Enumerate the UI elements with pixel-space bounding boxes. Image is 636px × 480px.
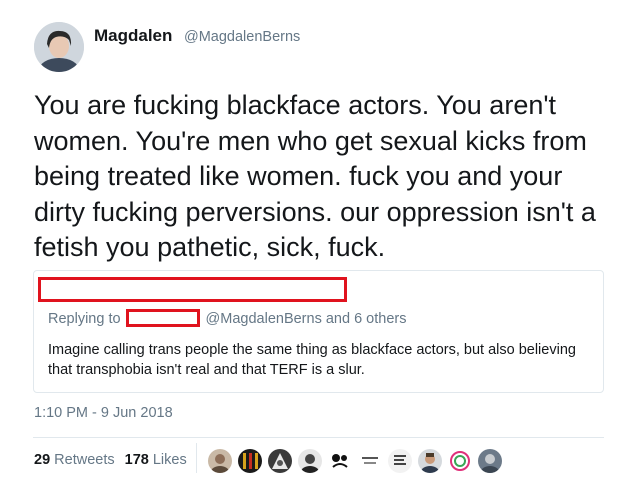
redacted-name-box — [38, 277, 347, 302]
author-handle[interactable]: @MagdalenBerns — [184, 29, 300, 45]
retweets-stat[interactable]: 29 Retweets — [34, 452, 115, 468]
liker-avatar-icon[interactable] — [238, 449, 262, 473]
divider — [33, 437, 604, 438]
liker-avatar-icon[interactable] — [358, 449, 382, 473]
tweet-text: You are fucking blackface actors. You ar… — [34, 90, 596, 262]
replying-to-mentions[interactable]: @MagdalenBerns and 6 others — [206, 311, 407, 327]
liker-avatar-icon[interactable] — [268, 449, 292, 473]
engagement-stats: 29 Retweets 178 Likes — [34, 452, 187, 468]
tweet-timestamp[interactable]: 1:10 PM - 9 Jun 2018 — [34, 405, 173, 421]
quoted-tweet[interactable]: Replying to @MagdalenBerns and 6 others I… — [33, 270, 604, 393]
retweets-label: Retweets — [54, 452, 115, 468]
liker-avatar-icon[interactable] — [448, 449, 472, 473]
author-display-name[interactable]: Magdalen — [94, 26, 172, 46]
avatar-image-icon — [34, 22, 84, 72]
replying-to-label: Replying to — [48, 311, 121, 327]
liker-avatar-icon[interactable] — [328, 449, 352, 473]
liker-avatar-icon[interactable] — [388, 449, 412, 473]
author-avatar[interactable] — [34, 22, 84, 72]
likes-count: 178 — [124, 452, 149, 468]
redacted-handle-box — [125, 308, 200, 327]
liker-avatar-icon[interactable] — [478, 449, 502, 473]
liker-avatar-icon[interactable] — [418, 449, 442, 473]
quoted-tweet-text: Imagine calling trans people the same th… — [48, 342, 576, 378]
likes-label: Likes — [152, 452, 187, 468]
tweet-card: Magdalen @MagdalenBerns You are fucking … — [0, 0, 636, 480]
liker-avatar-icon[interactable] — [298, 449, 322, 473]
replying-to-line: Replying to @MagdalenBerns and 6 others — [48, 308, 407, 327]
likes-stat[interactable]: 178 Likes — [125, 452, 187, 468]
stats-separator — [196, 443, 197, 473]
liker-avatar-icon[interactable] — [208, 449, 232, 473]
retweets-count: 29 — [34, 452, 51, 468]
